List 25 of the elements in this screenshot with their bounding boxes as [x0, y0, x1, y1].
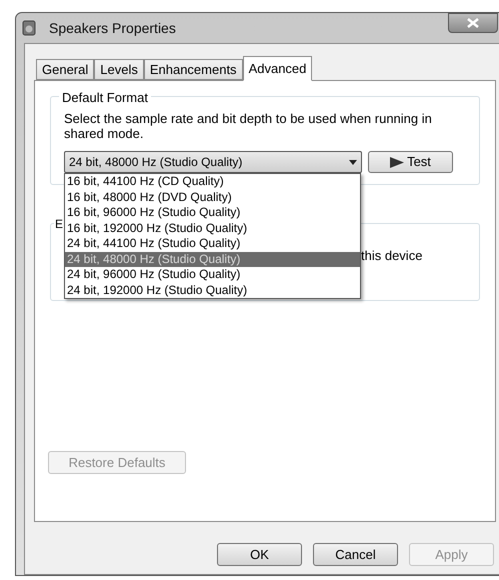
dropdown-option[interactable]: 24 bit, 192000 Hz (Studio Quality) — [65, 282, 360, 298]
format-dropdown[interactable]: 24 bit, 48000 Hz (Studio Quality) — [64, 151, 362, 173]
dialog-button[interactable]: OK — [217, 543, 302, 566]
tab[interactable]: Advanced — [242, 56, 312, 81]
tab[interactable]: Levels — [94, 59, 144, 80]
test-button[interactable]: Test — [368, 151, 453, 173]
option-text: this device — [361, 247, 422, 265]
tab[interactable]: General — [36, 59, 94, 80]
close-button[interactable] — [448, 13, 498, 33]
play-icon — [390, 156, 404, 168]
dropdown-option[interactable]: 16 bit, 48000 Hz (DVD Quality) — [65, 190, 360, 205]
speaker-icon — [22, 20, 36, 36]
dropdown-option[interactable]: 16 bit, 44100 Hz (CD Quality) — [65, 174, 360, 190]
dropdown-option[interactable]: 24 bit, 48000 Hz (Studio Quality) — [65, 252, 360, 267]
dialog-button[interactable]: Cancel — [313, 543, 398, 566]
dropdown-option[interactable]: 16 bit, 192000 Hz (Studio Quality) — [65, 220, 360, 236]
dropdown-value: 24 bit, 48000 Hz (Studio Quality) — [69, 154, 244, 171]
window-title: Speakers Properties — [49, 18, 176, 38]
dropdown-option[interactable]: 24 bit, 44100 Hz (Studio Quality) — [65, 236, 360, 252]
dropdown-arrow-icon — [349, 160, 357, 164]
description-text: Select the sample rate and bit depth to be used when running in shared mode. — [64, 111, 433, 141]
tab[interactable]: Enhancements — [144, 59, 243, 80]
dropdown-option[interactable]: 24 bit, 96000 Hz (Studio Quality) — [65, 267, 360, 282]
close-icon — [467, 18, 479, 28]
dropdown-option[interactable]: 16 bit, 96000 Hz (Studio Quality) — [65, 205, 360, 220]
